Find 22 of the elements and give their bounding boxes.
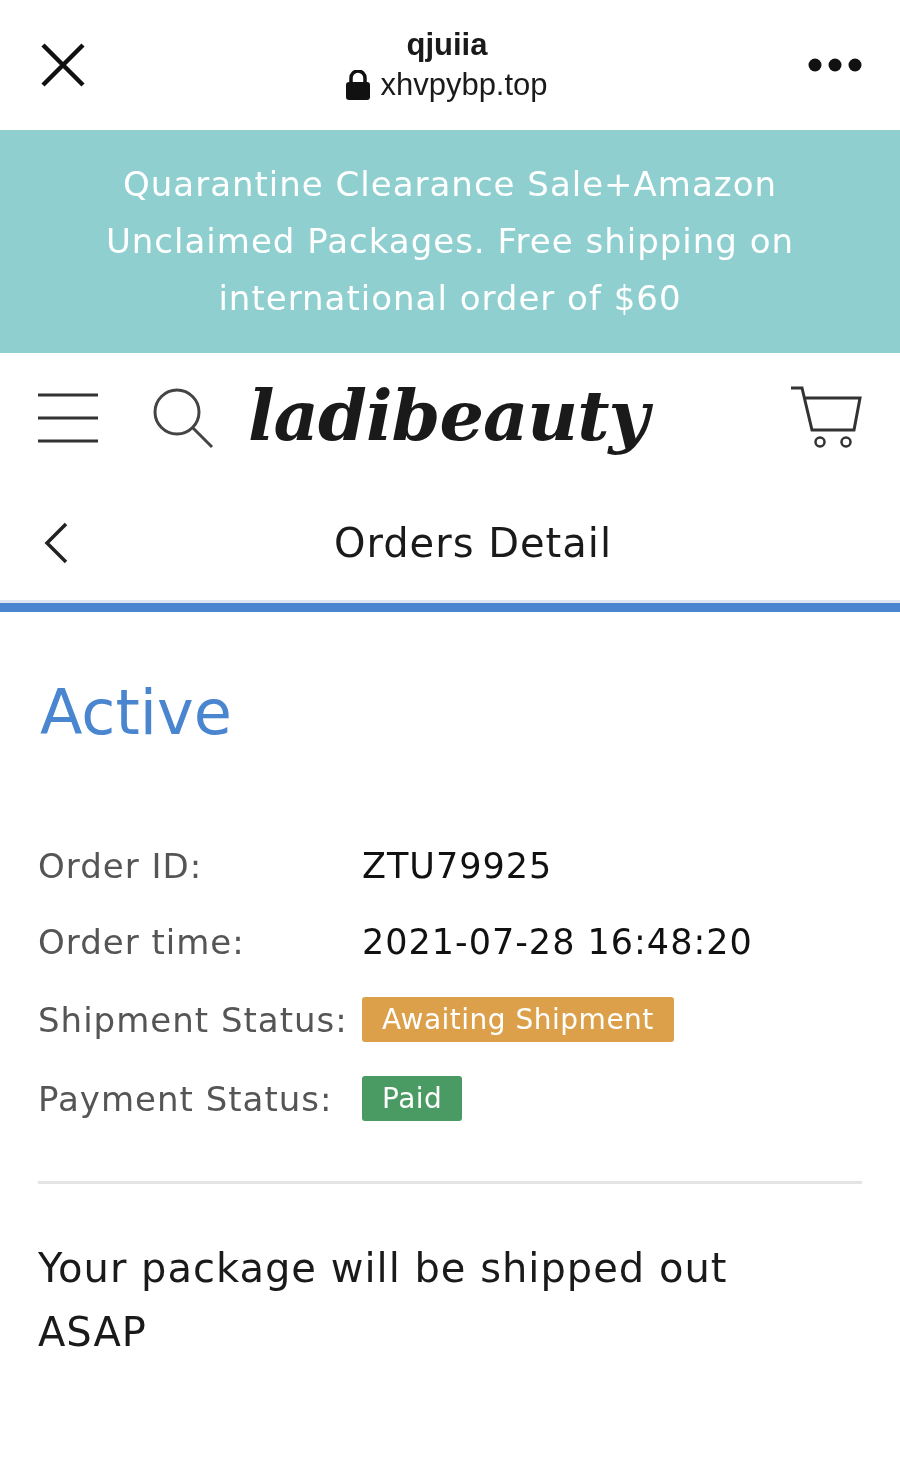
status-badge: Paid [362,1076,463,1121]
more-icon[interactable] [808,58,862,72]
field-label: Shipment Status: [38,998,349,1041]
field-label: Payment Status: [38,1077,334,1120]
cart-icon[interactable] [790,386,862,450]
search-icon[interactable] [152,387,214,449]
back-icon[interactable] [44,522,68,564]
screen-title: Orders Detail [333,520,613,566]
field-label: Order ID: [38,845,204,887]
logo[interactable]: ladibeauty [240,365,665,471]
close-icon[interactable] [40,42,86,88]
url-text: xhvpybp.top [380,67,548,103]
field-label: Order time: [38,921,246,963]
field-value: ZTU79925 [362,846,554,886]
status-badge: Awaiting Shipment [362,997,674,1042]
field-value: 2021-07-28 16:48:20 [362,922,754,962]
page-title: qjuiia [406,27,488,63]
lock-icon [346,70,371,100]
order-status: Active [40,676,233,749]
menu-icon[interactable] [38,393,98,443]
shipping-message: Your package will be shipped out ASAP [38,1244,729,1357]
announcement-banner: Quarantine Clearance Sale+Amazon Unclaimed Packages. Free shipping on international order of $60 [0,130,900,353]
